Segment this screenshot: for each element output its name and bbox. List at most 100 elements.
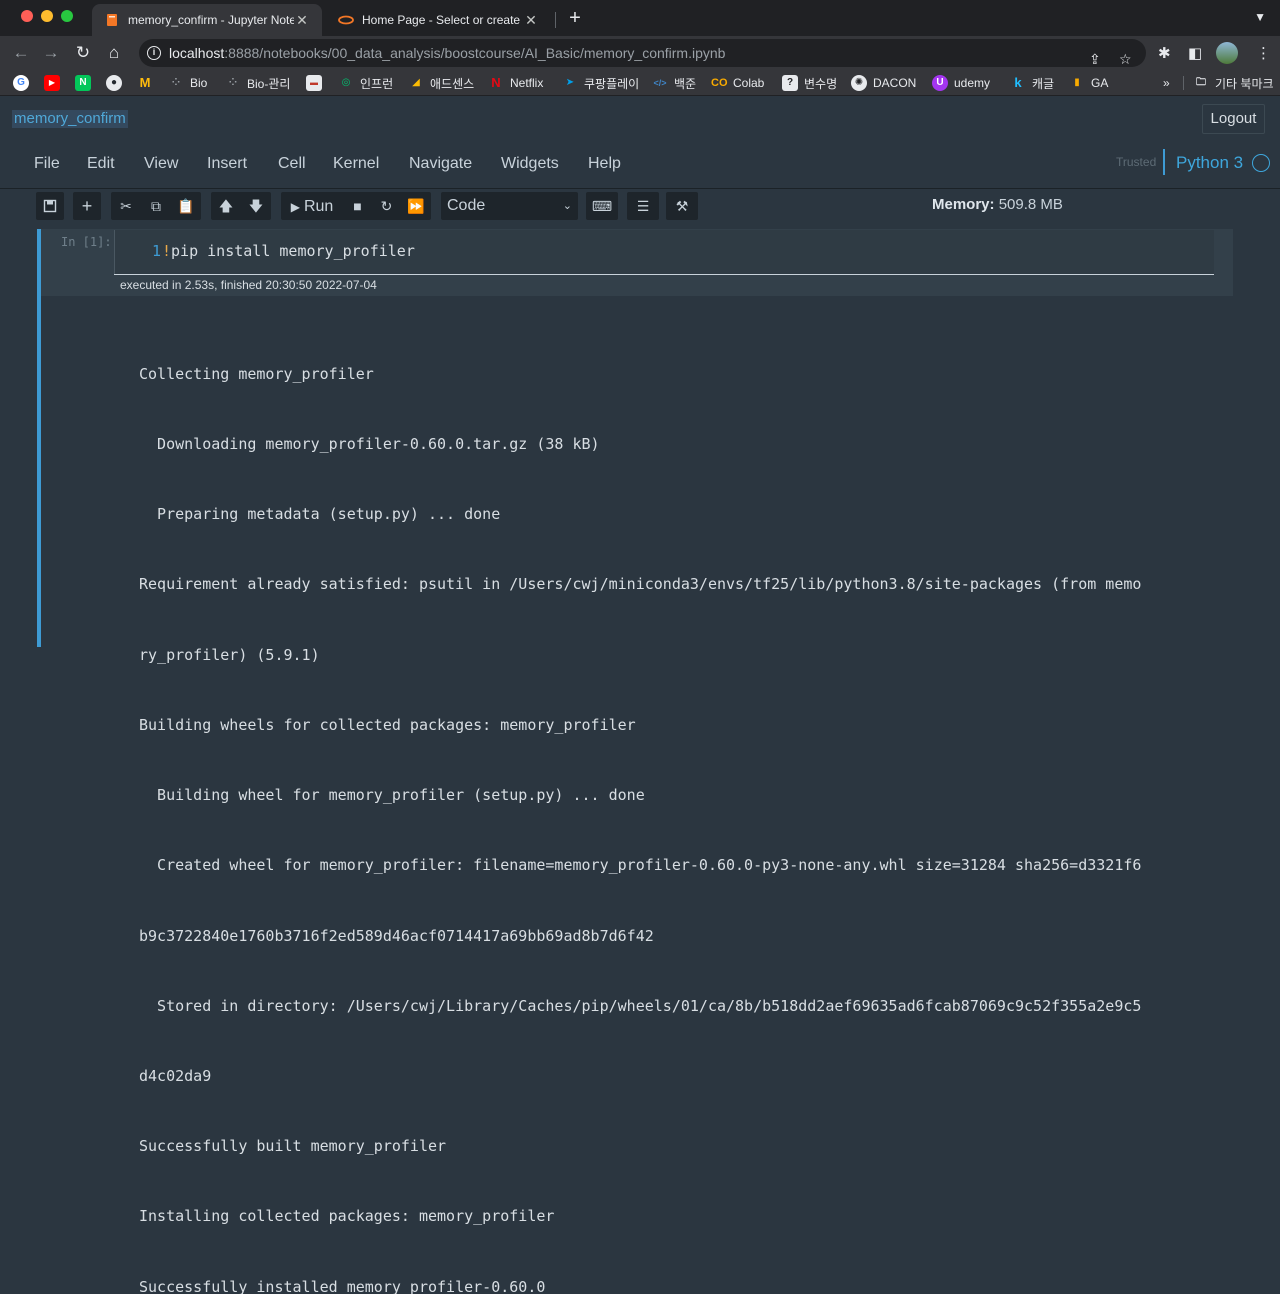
line-number-gutter bbox=[114, 230, 150, 274]
bookmark-inflearn[interactable]: ◎ 인프런 bbox=[338, 74, 394, 92]
restart-run-all-icon[interactable]: ⏩ bbox=[401, 192, 431, 220]
profile-avatar[interactable] bbox=[1216, 42, 1238, 64]
dots-icon: ⁘ bbox=[228, 77, 238, 88]
menu-help[interactable]: Help bbox=[588, 155, 621, 173]
output-line: Stored in directory: /Users/cwj/Library/… bbox=[139, 996, 1142, 1015]
menu-file[interactable]: File bbox=[34, 155, 60, 173]
save-icon[interactable] bbox=[36, 192, 64, 220]
output-line: ry_profiler) (5.9.1) bbox=[139, 645, 320, 664]
notebook-title[interactable]: memory_confirm bbox=[12, 110, 128, 128]
bookmark-baekjoon[interactable]: </> 백준 bbox=[652, 74, 696, 92]
code-text[interactable]: !pip install memory_profiler bbox=[162, 242, 415, 260]
back-arrow-icon[interactable]: ← bbox=[10, 42, 32, 64]
extensions-puzzle-icon[interactable]: ✱ bbox=[1158, 44, 1171, 62]
bookmark-ga[interactable]: ▮ GA bbox=[1069, 74, 1108, 92]
tab-title: memory_confirm - Jupyter Notebook bbox=[128, 13, 294, 27]
bookmark-star-icon[interactable]: ☆ bbox=[1119, 45, 1132, 73]
site-info-icon[interactable]: i bbox=[147, 46, 161, 60]
menu-navigate[interactable]: Navigate bbox=[409, 155, 472, 173]
bookmark-kaggle[interactable]: k 캐글 bbox=[1010, 74, 1054, 92]
menu-widgets[interactable]: Widgets bbox=[501, 155, 559, 173]
chevron-down-icon[interactable]: ▼ bbox=[1254, 10, 1266, 24]
tab-memory-confirm[interactable]: memory_confirm - Jupyter Notebook ✕ bbox=[92, 4, 322, 36]
browser-titlebar: memory_confirm - Jupyter Notebook ✕ Home… bbox=[0, 0, 1280, 36]
bookmark-label: 쿠팡플레이 bbox=[584, 76, 640, 91]
bookmark-udemy[interactable]: Uudemy bbox=[932, 74, 990, 92]
bookmark-label: 백준 bbox=[674, 76, 697, 91]
kaggle-icon: k bbox=[1014, 75, 1022, 90]
bookmark-adsense[interactable]: ◢ 애드센스 bbox=[408, 74, 474, 92]
keyboard-icon[interactable]: ⌨ bbox=[586, 192, 618, 220]
close-tab-icon[interactable]: ✕ bbox=[294, 12, 310, 29]
bookmark-label: 애드센스 bbox=[430, 76, 475, 91]
bookmark-coupangplay[interactable]: ➤ 쿠팡플레이 bbox=[562, 74, 639, 92]
bookmark-variable-names[interactable]: ? 변수명 bbox=[782, 74, 837, 92]
close-tab-icon[interactable]: ✕ bbox=[523, 12, 539, 29]
output-line: Created wheel for memory_profiler: filen… bbox=[139, 856, 1142, 875]
kernel-name[interactable]: Python 3 bbox=[1176, 153, 1243, 173]
menu-view[interactable]: View bbox=[144, 155, 178, 173]
insert-cell-plus-icon[interactable]: + bbox=[73, 192, 101, 220]
memory-usage: Memory: 509.8 MB bbox=[932, 196, 1063, 213]
execution-info: executed in 2.53s, finished 20:30:50 202… bbox=[120, 278, 377, 292]
menu-edit[interactable]: Edit bbox=[87, 155, 115, 173]
cut-scissors-icon[interactable]: ✂ bbox=[111, 192, 141, 220]
address-bar[interactable]: i localhost:8888/notebooks/00_data_analy… bbox=[139, 39, 1146, 67]
tab-home-page[interactable]: Home Page - Select or create a notebook … bbox=[326, 4, 551, 36]
tab-separator bbox=[555, 12, 556, 28]
bookmark-bio[interactable]: ⁘ Bio bbox=[168, 74, 208, 92]
cell-type-select[interactable]: Code ⌄ bbox=[441, 192, 578, 220]
move-down-arrow-icon[interactable]: 🡇 bbox=[241, 192, 271, 220]
line-number: 1 bbox=[152, 242, 162, 260]
forward-arrow-icon[interactable]: → bbox=[40, 42, 62, 64]
input-divider bbox=[114, 274, 1214, 275]
more-bookmarks-button[interactable]: » bbox=[1163, 76, 1170, 90]
list-icon[interactable]: ☰ bbox=[627, 192, 659, 220]
bookmark-netflix[interactable]: N Netflix bbox=[488, 74, 543, 92]
cell-output-text: Collecting memory_profiler Downloading m… bbox=[139, 316, 1184, 1294]
browser-toolbar: ← → ↻ ⌂ i localhost:8888/notebooks/00_da… bbox=[0, 36, 1280, 70]
output-line: d4c02da9 bbox=[139, 1067, 212, 1085]
menu-cell[interactable]: Cell bbox=[278, 155, 306, 173]
paste-icon[interactable]: 📋 bbox=[171, 192, 201, 220]
github-icon: ● bbox=[106, 75, 122, 91]
bookmark-mcdonalds[interactable]: M bbox=[137, 74, 159, 92]
menu-insert[interactable]: Insert bbox=[207, 155, 247, 173]
output-line: Collecting memory_profiler bbox=[139, 364, 374, 383]
interrupt-stop-icon[interactable]: ■ bbox=[343, 192, 372, 220]
run-button[interactable]: ▶ Run bbox=[281, 192, 343, 220]
browser-menu-icon[interactable]: ⋮ bbox=[1256, 44, 1271, 62]
restart-icon[interactable]: ↻ bbox=[372, 192, 401, 220]
bookmark-label: 기타 북마크 bbox=[1215, 76, 1274, 91]
memory-label: Memory: bbox=[932, 196, 995, 213]
bookmark-dacon[interactable]: ✺ DACON bbox=[851, 74, 916, 92]
coupang-icon: ➤ bbox=[565, 77, 575, 88]
bookmark-bio-manage[interactable]: ⁘ Bio-관리 bbox=[225, 74, 291, 92]
trusted-indicator[interactable]: Trusted bbox=[1116, 155, 1156, 169]
minimize-window-button[interactable] bbox=[41, 10, 53, 22]
bookmark-github[interactable]: ● bbox=[106, 74, 128, 92]
copy-icon[interactable]: ⧉ bbox=[141, 192, 171, 220]
maximize-window-button[interactable] bbox=[61, 10, 73, 22]
reload-icon[interactable]: ↻ bbox=[72, 42, 94, 64]
new-tab-button[interactable]: + bbox=[566, 8, 584, 28]
window-icon: ▬ bbox=[306, 75, 322, 91]
share-icon[interactable]: ⇪ bbox=[1089, 45, 1101, 73]
hammer-icon[interactable]: ⚒ bbox=[666, 192, 698, 220]
side-panel-icon[interactable]: ◧ bbox=[1188, 44, 1202, 62]
adsense-icon: ◢ bbox=[412, 77, 420, 88]
bookmark-window[interactable]: ▬ bbox=[306, 74, 328, 92]
output-line: Building wheels for collected packages: … bbox=[139, 715, 636, 734]
bookmark-youtube[interactable]: ▶ bbox=[44, 74, 66, 92]
bookmark-separator bbox=[1183, 76, 1184, 90]
bookmark-google[interactable]: G bbox=[13, 74, 35, 92]
bookmark-colab[interactable]: CO Colab bbox=[711, 74, 764, 92]
move-up-arrow-icon[interactable]: 🡅 bbox=[211, 192, 241, 220]
home-icon[interactable]: ⌂ bbox=[103, 42, 125, 64]
bookmark-other-folder[interactable]: 🗀 기타 북마크 bbox=[1193, 74, 1274, 92]
close-window-button[interactable] bbox=[21, 10, 33, 22]
menu-kernel[interactable]: Kernel bbox=[333, 155, 379, 173]
bookmarks-bar: G ▶ N ● M ⁘ Bio ⁘ Bio-관리 ▬ ◎ 인프런 ◢ 애드센스 N Net… bbox=[0, 70, 1280, 96]
logout-button[interactable]: Logout bbox=[1202, 104, 1265, 134]
bookmark-naver[interactable]: N bbox=[75, 74, 97, 92]
